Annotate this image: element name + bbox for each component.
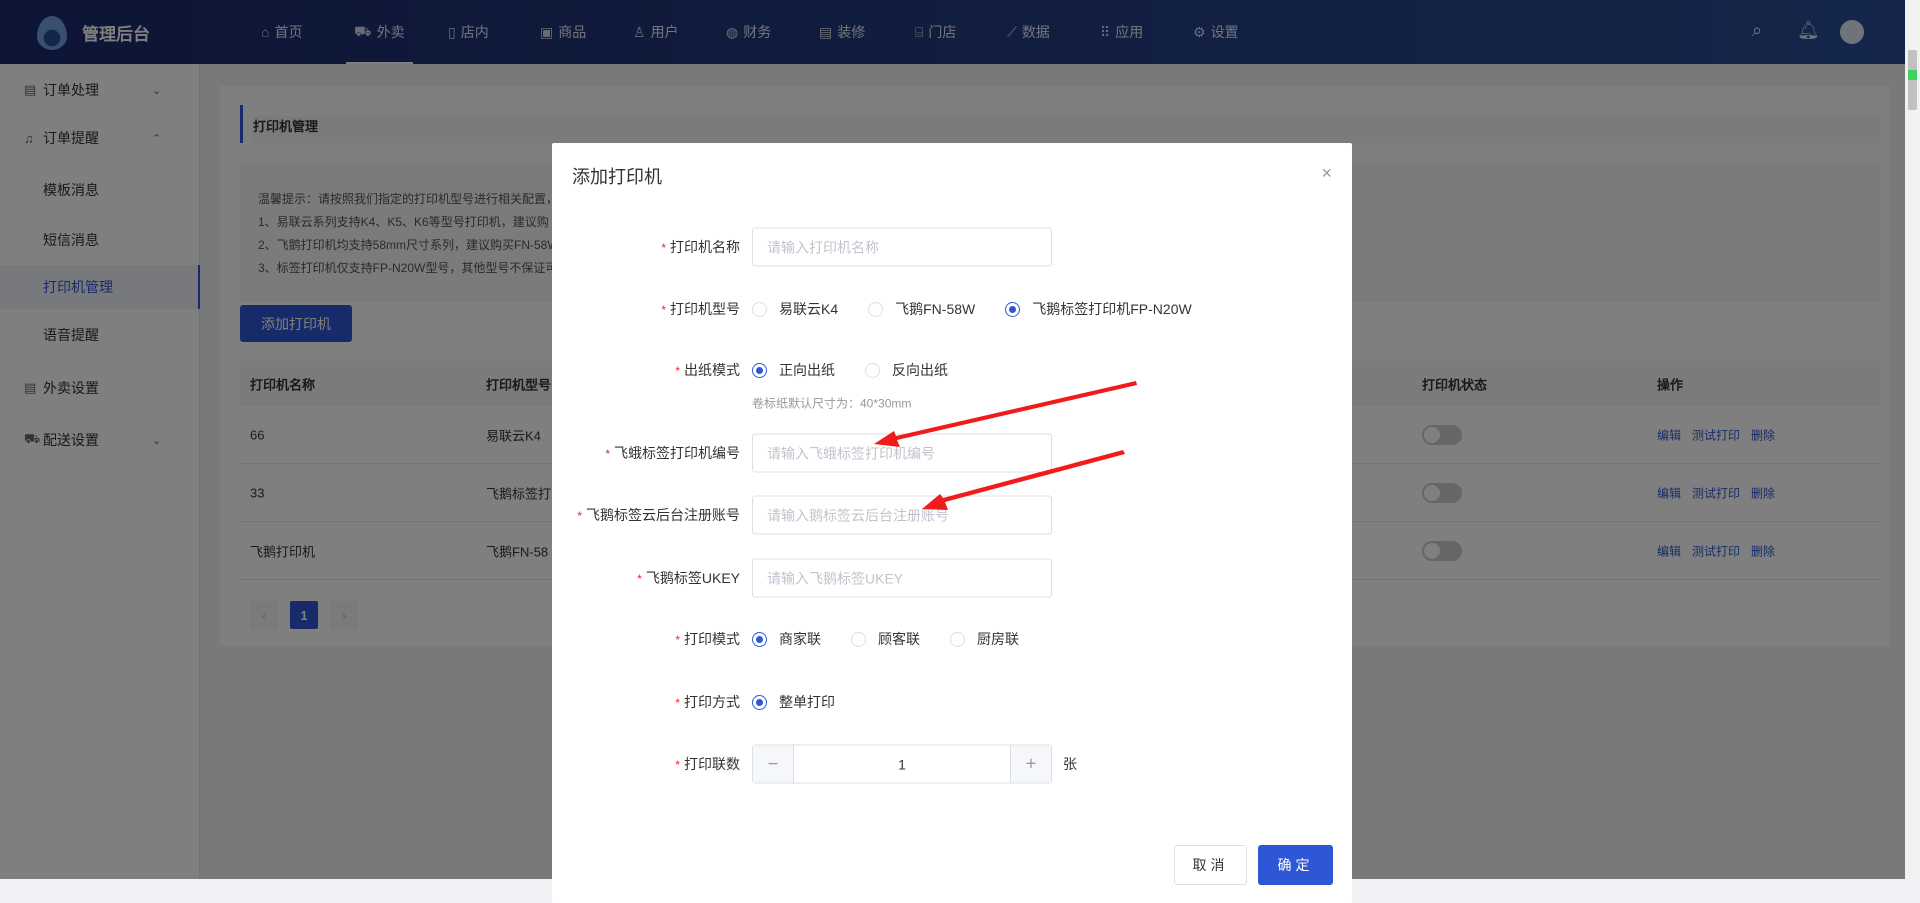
- radio-label: 正向出纸: [779, 362, 835, 378]
- radio-circle-icon: [752, 301, 767, 317]
- close-icon[interactable]: ×: [1321, 163, 1332, 184]
- radio-circle-icon: [950, 631, 965, 647]
- print-mode-radio-group: 商家联 顾客联 厨房联: [752, 629, 1049, 649]
- label-mode: * 打印模式: [675, 631, 740, 647]
- radio-option[interactable]: 飞鹅标签打印机FP-N20W: [1005, 299, 1192, 319]
- cancel-button[interactable]: 取消: [1174, 845, 1247, 885]
- print-method-radio-group: 整单打印: [752, 692, 865, 712]
- radio-label: 飞鹅FN-58W: [895, 301, 976, 317]
- ukey-input[interactable]: [752, 558, 1052, 598]
- radio-option[interactable]: 商家联: [752, 629, 821, 649]
- copies-unit: 张: [1063, 756, 1077, 772]
- label-sn: * 飞蛾标签打印机编号: [605, 445, 740, 461]
- radio-circle-icon: [865, 362, 880, 378]
- paper-mode-radio-group: 正向出纸 反向出纸: [752, 360, 978, 380]
- copies-value[interactable]: 1: [793, 745, 1011, 783]
- label-copies: * 打印联数: [675, 756, 740, 772]
- decrement-button[interactable]: −: [753, 745, 793, 783]
- scrollbar[interactable]: [1905, 0, 1920, 879]
- label-method: * 打印方式: [675, 694, 740, 710]
- radio-label: 商家联: [779, 631, 821, 647]
- radio-option[interactable]: 顾客联: [851, 629, 920, 649]
- radio-label: 顾客联: [878, 631, 920, 647]
- confirm-button[interactable]: 确定: [1258, 845, 1333, 885]
- radio-label: 整单打印: [779, 694, 835, 710]
- printer-model-radio-group: 易联云K4 飞鹅FN-58W 飞鹅标签打印机FP-N20W: [752, 299, 1222, 319]
- add-printer-dialog: 添加打印机 × *打印机名称 *打印机型号 易联云K4 飞鹅FN-58W 飞鹅标签打…: [552, 143, 1352, 903]
- radio-label: 厨房联: [977, 631, 1019, 647]
- radio-label: 飞鹅标签打印机FP-N20W: [1032, 301, 1192, 317]
- paper-hint: 卷标纸默认尺寸为：40*30mm: [752, 396, 912, 411]
- radio-option[interactable]: 反向出纸: [865, 360, 948, 380]
- printer-name-input[interactable]: [752, 227, 1052, 267]
- radio-label: 易联云K4: [779, 301, 839, 317]
- label-paper: * 出纸模式: [675, 362, 740, 378]
- radio-circle-icon: [1005, 301, 1021, 317]
- radio-option[interactable]: 整单打印: [752, 692, 835, 712]
- dialog-title: 添加打印机: [572, 167, 662, 187]
- radio-circle-icon: [752, 362, 767, 378]
- printer-sn-input[interactable]: [752, 433, 1052, 473]
- radio-circle-icon: [752, 694, 767, 710]
- increment-button[interactable]: +: [1011, 745, 1051, 783]
- label-ukey: * 飞鹅标签UKEY: [637, 570, 740, 586]
- radio-option[interactable]: 正向出纸: [752, 360, 835, 380]
- radio-circle-icon: [752, 631, 767, 647]
- radio-option[interactable]: 易联云K4: [752, 299, 838, 319]
- label-account: * 飞鹅标签云后台注册账号: [577, 507, 740, 523]
- radio-circle-icon: [851, 631, 866, 647]
- account-input[interactable]: [752, 495, 1052, 535]
- copies-stepper: − 1 +: [752, 744, 1052, 784]
- radio-circle-icon: [868, 301, 884, 317]
- radio-option[interactable]: 飞鹅FN-58W: [868, 299, 975, 319]
- radio-label: 反向出纸: [892, 362, 948, 378]
- label-name: * 打印机名称: [661, 239, 740, 255]
- label-model: * 打印机型号: [661, 301, 740, 317]
- radio-option[interactable]: 厨房联: [950, 629, 1019, 649]
